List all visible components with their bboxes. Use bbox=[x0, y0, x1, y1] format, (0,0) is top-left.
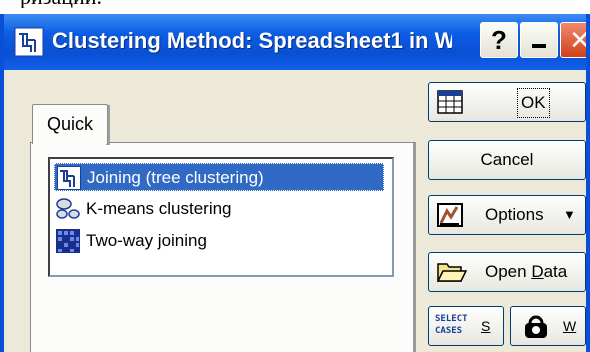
tab-quick[interactable]: Quick bbox=[32, 104, 108, 144]
clustering-method-list[interactable]: Joining (tree clustering) K-means cluste… bbox=[48, 157, 394, 277]
minimize-button[interactable] bbox=[520, 22, 558, 58]
window-title: Clustering Method: Spreadsheet1 in Wo bbox=[52, 28, 452, 53]
close-button[interactable]: ✕ bbox=[560, 22, 586, 58]
list-item-joining[interactable]: Joining (tree clustering) bbox=[54, 163, 384, 191]
open-data-label: Open Data bbox=[485, 262, 568, 281]
document-text-fragment: ризации. bbox=[0, 0, 590, 8]
cancel-button[interactable]: Cancel bbox=[428, 140, 586, 180]
tree-clustering-icon bbox=[57, 166, 81, 190]
weight-icon bbox=[525, 315, 547, 338]
kmeans-icon bbox=[56, 198, 80, 219]
weights-shortcut: W bbox=[563, 318, 577, 334]
options-label: Options bbox=[485, 205, 544, 224]
list-item-label: Two-way joining bbox=[86, 231, 207, 250]
select-cases-shortcut: S bbox=[481, 318, 491, 334]
grid-icon bbox=[437, 90, 463, 114]
title-bar[interactable]: Clustering Method: Spreadsheet1 in Wo ? … bbox=[4, 14, 586, 70]
options-button[interactable]: Options ▼ bbox=[428, 195, 586, 235]
folder-open-icon bbox=[437, 263, 467, 282]
tree-clustering-icon bbox=[14, 27, 44, 57]
minimize-icon bbox=[532, 44, 546, 48]
list-item-kmeans[interactable]: K-means clustering bbox=[54, 195, 384, 223]
weights-button[interactable]: W bbox=[510, 306, 586, 346]
help-button[interactable]: ? bbox=[480, 22, 518, 58]
clustering-method-dialog: Clustering Method: Spreadsheet1 in Wo ? … bbox=[0, 14, 590, 352]
chevron-down-icon: ▼ bbox=[563, 207, 576, 222]
ok-button[interactable]: OK bbox=[428, 82, 586, 122]
ok-label: OK bbox=[517, 88, 550, 118]
list-item-two-way[interactable]: Two-way joining bbox=[54, 227, 384, 255]
open-data-button[interactable]: Open Data bbox=[428, 252, 586, 292]
select-cases-button[interactable]: SELECT CASES S bbox=[428, 306, 504, 346]
select-cases-icon: SELECT CASES bbox=[435, 314, 468, 336]
two-way-grid-icon bbox=[56, 229, 80, 253]
cancel-label: Cancel bbox=[480, 150, 534, 169]
list-item-label: Joining (tree clustering) bbox=[87, 168, 264, 187]
options-icon bbox=[437, 203, 463, 227]
list-item-label: K-means clustering bbox=[86, 199, 232, 218]
